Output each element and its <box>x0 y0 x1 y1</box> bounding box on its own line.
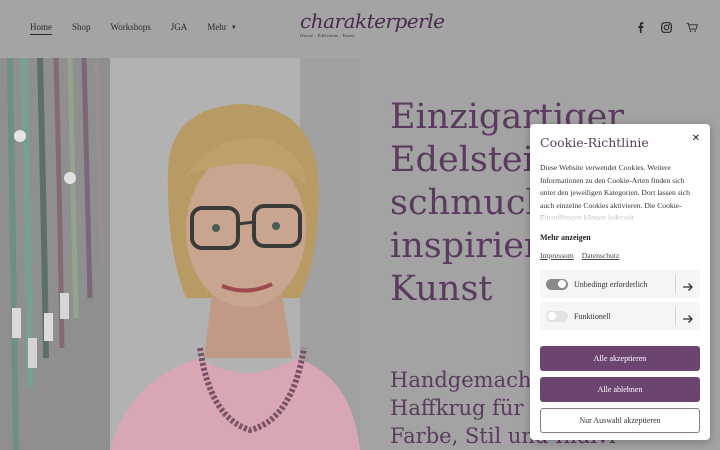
close-icon[interactable]: ✕ <box>692 133 700 144</box>
nav-more[interactable]: Mehr ▼ <box>207 22 236 32</box>
necessary-toggle[interactable] <box>546 278 568 290</box>
main-nav: Home Shop Workshops JGA Mehr ▼ <box>30 22 257 35</box>
page: Home Shop Workshops JGA Mehr ▼ charakterp… <box>0 0 720 450</box>
toggle-knob <box>548 312 556 320</box>
cookie-category-functional: Funktionell <box>540 302 700 330</box>
cookie-links: Impressum Datenschutz <box>540 251 700 260</box>
site-header: Home Shop Workshops JGA Mehr ▼ charakterp… <box>0 0 720 58</box>
instagram-icon[interactable] <box>660 21 672 33</box>
imprint-link[interactable]: Impressum <box>540 251 574 260</box>
accept-selection-button[interactable]: Nur Auswahl akzeptieren <box>540 408 700 433</box>
arrow-right-icon[interactable] <box>682 310 694 323</box>
logo-subtitle: Ostsee · Edelsteine · Kunst <box>300 33 355 38</box>
portrait-illustration <box>0 58 360 450</box>
privacy-link[interactable]: Datenschutz <box>582 251 620 260</box>
accept-all-button[interactable]: Alle akzeptieren <box>540 346 700 371</box>
divider <box>675 275 676 293</box>
cookie-dialog: Cookie-Richtlinie ✕ Diese Website verwen… <box>530 124 710 440</box>
show-more-link[interactable]: Mehr anzeigen <box>540 233 700 242</box>
header-icons <box>634 21 698 33</box>
cookie-title: Cookie-Richtlinie <box>540 135 649 150</box>
nav-home[interactable]: Home <box>30 22 52 35</box>
functional-toggle[interactable] <box>546 310 568 322</box>
toggle-knob <box>558 280 566 288</box>
facebook-icon[interactable] <box>634 21 646 33</box>
hero-photo <box>0 58 360 450</box>
reject-all-button[interactable]: Alle ablehnen <box>540 377 700 402</box>
nav-shop[interactable]: Shop <box>72 22 91 32</box>
divider <box>675 307 676 325</box>
nav-workshops[interactable]: Workshops <box>111 22 151 32</box>
nav-more-label: Mehr <box>207 22 227 32</box>
category-label: Funktionell <box>574 311 611 321</box>
cart-icon[interactable] <box>686 21 698 33</box>
category-label: Unbedingt erforderlich <box>574 279 648 289</box>
chevron-down-icon: ▼ <box>230 25 237 31</box>
cookie-category-necessary: Unbedingt erforderlich <box>540 270 700 298</box>
nav-jga[interactable]: JGA <box>171 22 188 32</box>
arrow-right-icon[interactable] <box>682 278 694 291</box>
logo-wordmark: charakterperle <box>300 9 445 33</box>
cookie-description: Diese Website verwendet Cookies. Weitere… <box>540 162 700 222</box>
site-logo[interactable]: charakterperle Ostsee · Edelsteine · Kun… <box>300 9 445 46</box>
